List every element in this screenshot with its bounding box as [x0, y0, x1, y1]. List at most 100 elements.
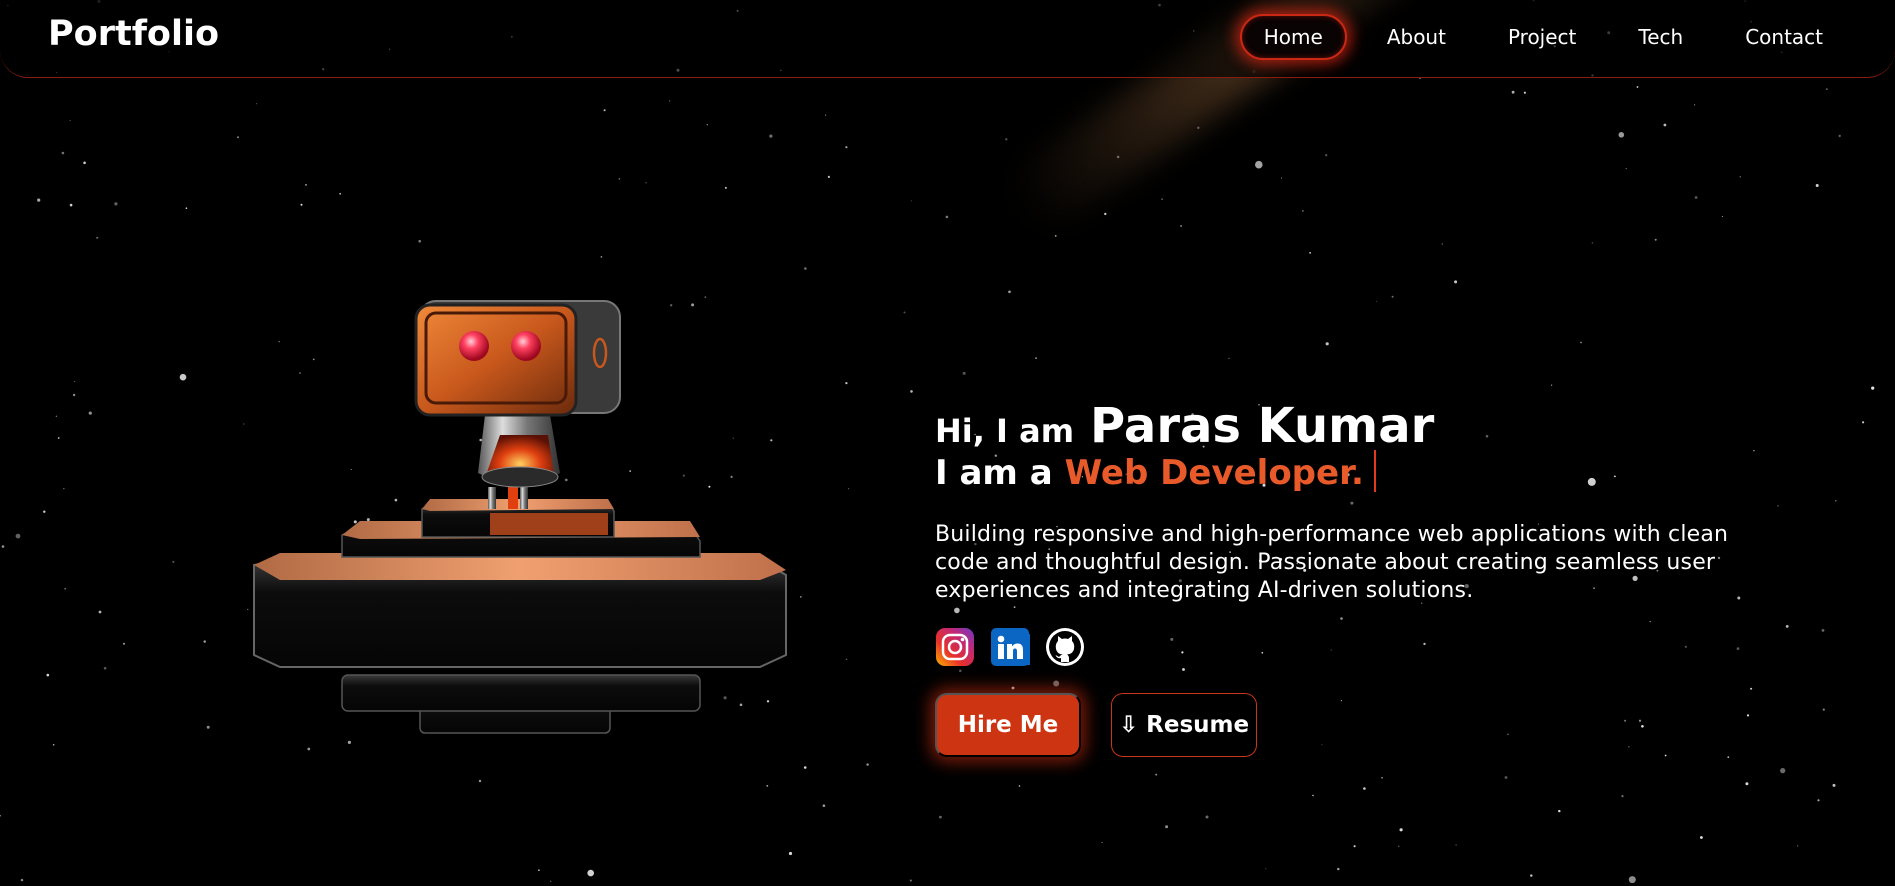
linkedin-link[interactable] — [990, 627, 1030, 667]
star — [910, 390, 913, 393]
star — [1821, 629, 1825, 632]
star — [803, 766, 807, 769]
star — [1353, 845, 1356, 848]
role-highlight: Web Developer. — [1064, 453, 1364, 493]
star — [300, 203, 303, 206]
nav-project[interactable]: Project — [1486, 16, 1598, 58]
star — [1694, 196, 1698, 199]
star — [1871, 386, 1875, 390]
star — [1815, 184, 1819, 187]
star — [172, 560, 175, 563]
star — [1265, 868, 1267, 870]
star — [46, 673, 50, 677]
site-logo[interactable]: Portfolio — [48, 14, 219, 54]
nav-contact[interactable]: Contact — [1723, 16, 1845, 58]
star — [61, 151, 65, 155]
star — [1511, 90, 1515, 94]
nav-tech[interactable]: Tech — [1616, 16, 1705, 58]
star — [706, 124, 708, 126]
star — [827, 175, 831, 178]
star — [1721, 215, 1723, 217]
star — [1325, 342, 1329, 346]
hire-me-button[interactable]: Hire Me — [935, 693, 1081, 757]
star — [538, 869, 540, 871]
star — [63, 488, 65, 490]
star — [247, 608, 249, 610]
star — [1780, 768, 1786, 774]
star — [1797, 845, 1799, 847]
star — [645, 182, 647, 184]
star — [1530, 874, 1533, 877]
role-heading: I am a Web Developer. — [935, 450, 1775, 493]
star — [256, 103, 258, 105]
star — [15, 533, 21, 539]
star — [845, 658, 848, 661]
star — [1454, 280, 1458, 284]
star — [550, 880, 552, 883]
star — [939, 815, 942, 819]
star — [1325, 154, 1328, 157]
instagram-link[interactable] — [935, 627, 975, 667]
star — [903, 311, 906, 314]
star — [1654, 238, 1657, 241]
star — [822, 804, 826, 807]
star — [88, 411, 92, 415]
star — [478, 779, 482, 783]
star — [185, 207, 188, 209]
star — [1054, 235, 1057, 237]
star — [1838, 134, 1841, 138]
nav-about[interactable]: About — [1365, 16, 1468, 58]
hero-section: Hi, I am Paras Kumar I am a Web Developer.… — [935, 398, 1775, 757]
star — [1628, 876, 1636, 884]
star — [1822, 708, 1825, 711]
star — [788, 851, 793, 856]
hero-description: Building responsive and high-performance… — [935, 522, 1729, 603]
star — [1161, 198, 1163, 200]
star — [799, 596, 802, 598]
star — [243, 423, 245, 425]
resume-download-button[interactable]: ⇩ Resume — [1111, 693, 1257, 757]
star — [1398, 845, 1400, 847]
star — [1008, 290, 1011, 294]
star — [1504, 776, 1508, 779]
star — [1745, 782, 1749, 786]
star — [43, 510, 46, 513]
greeting-heading: Hi, I am Paras Kumar — [935, 398, 1775, 454]
star — [766, 785, 769, 787]
star — [668, 100, 671, 102]
star — [52, 744, 55, 746]
star — [945, 215, 949, 219]
star — [1165, 825, 1169, 829]
star — [418, 239, 422, 243]
star — [1580, 341, 1582, 344]
star — [1035, 357, 1037, 359]
main-nav: Home About Project Tech Contact — [1239, 0, 1895, 74]
star — [1180, 225, 1182, 227]
star — [1391, 295, 1394, 298]
star — [1694, 104, 1696, 106]
star — [1280, 177, 1282, 179]
star — [1777, 505, 1779, 507]
star — [1337, 867, 1340, 871]
star — [1441, 243, 1444, 245]
star — [103, 666, 107, 670]
star — [866, 763, 869, 766]
star — [1101, 842, 1103, 844]
star — [618, 178, 621, 180]
star — [203, 640, 206, 643]
star — [1155, 773, 1158, 776]
navbar: Portfolio Home About Project Tech Contac… — [0, 0, 1895, 78]
star — [1309, 252, 1311, 254]
star — [0, 815, 1, 817]
greeting-prefix: Hi, I am — [935, 412, 1075, 450]
star — [1523, 91, 1526, 94]
star — [804, 267, 807, 270]
star — [1018, 785, 1021, 787]
star — [1551, 384, 1553, 386]
star — [69, 203, 73, 207]
star — [206, 725, 210, 729]
star — [600, 256, 603, 258]
github-link[interactable] — [1045, 627, 1085, 667]
star — [20, 878, 24, 882]
nav-home[interactable]: Home — [1239, 14, 1347, 60]
